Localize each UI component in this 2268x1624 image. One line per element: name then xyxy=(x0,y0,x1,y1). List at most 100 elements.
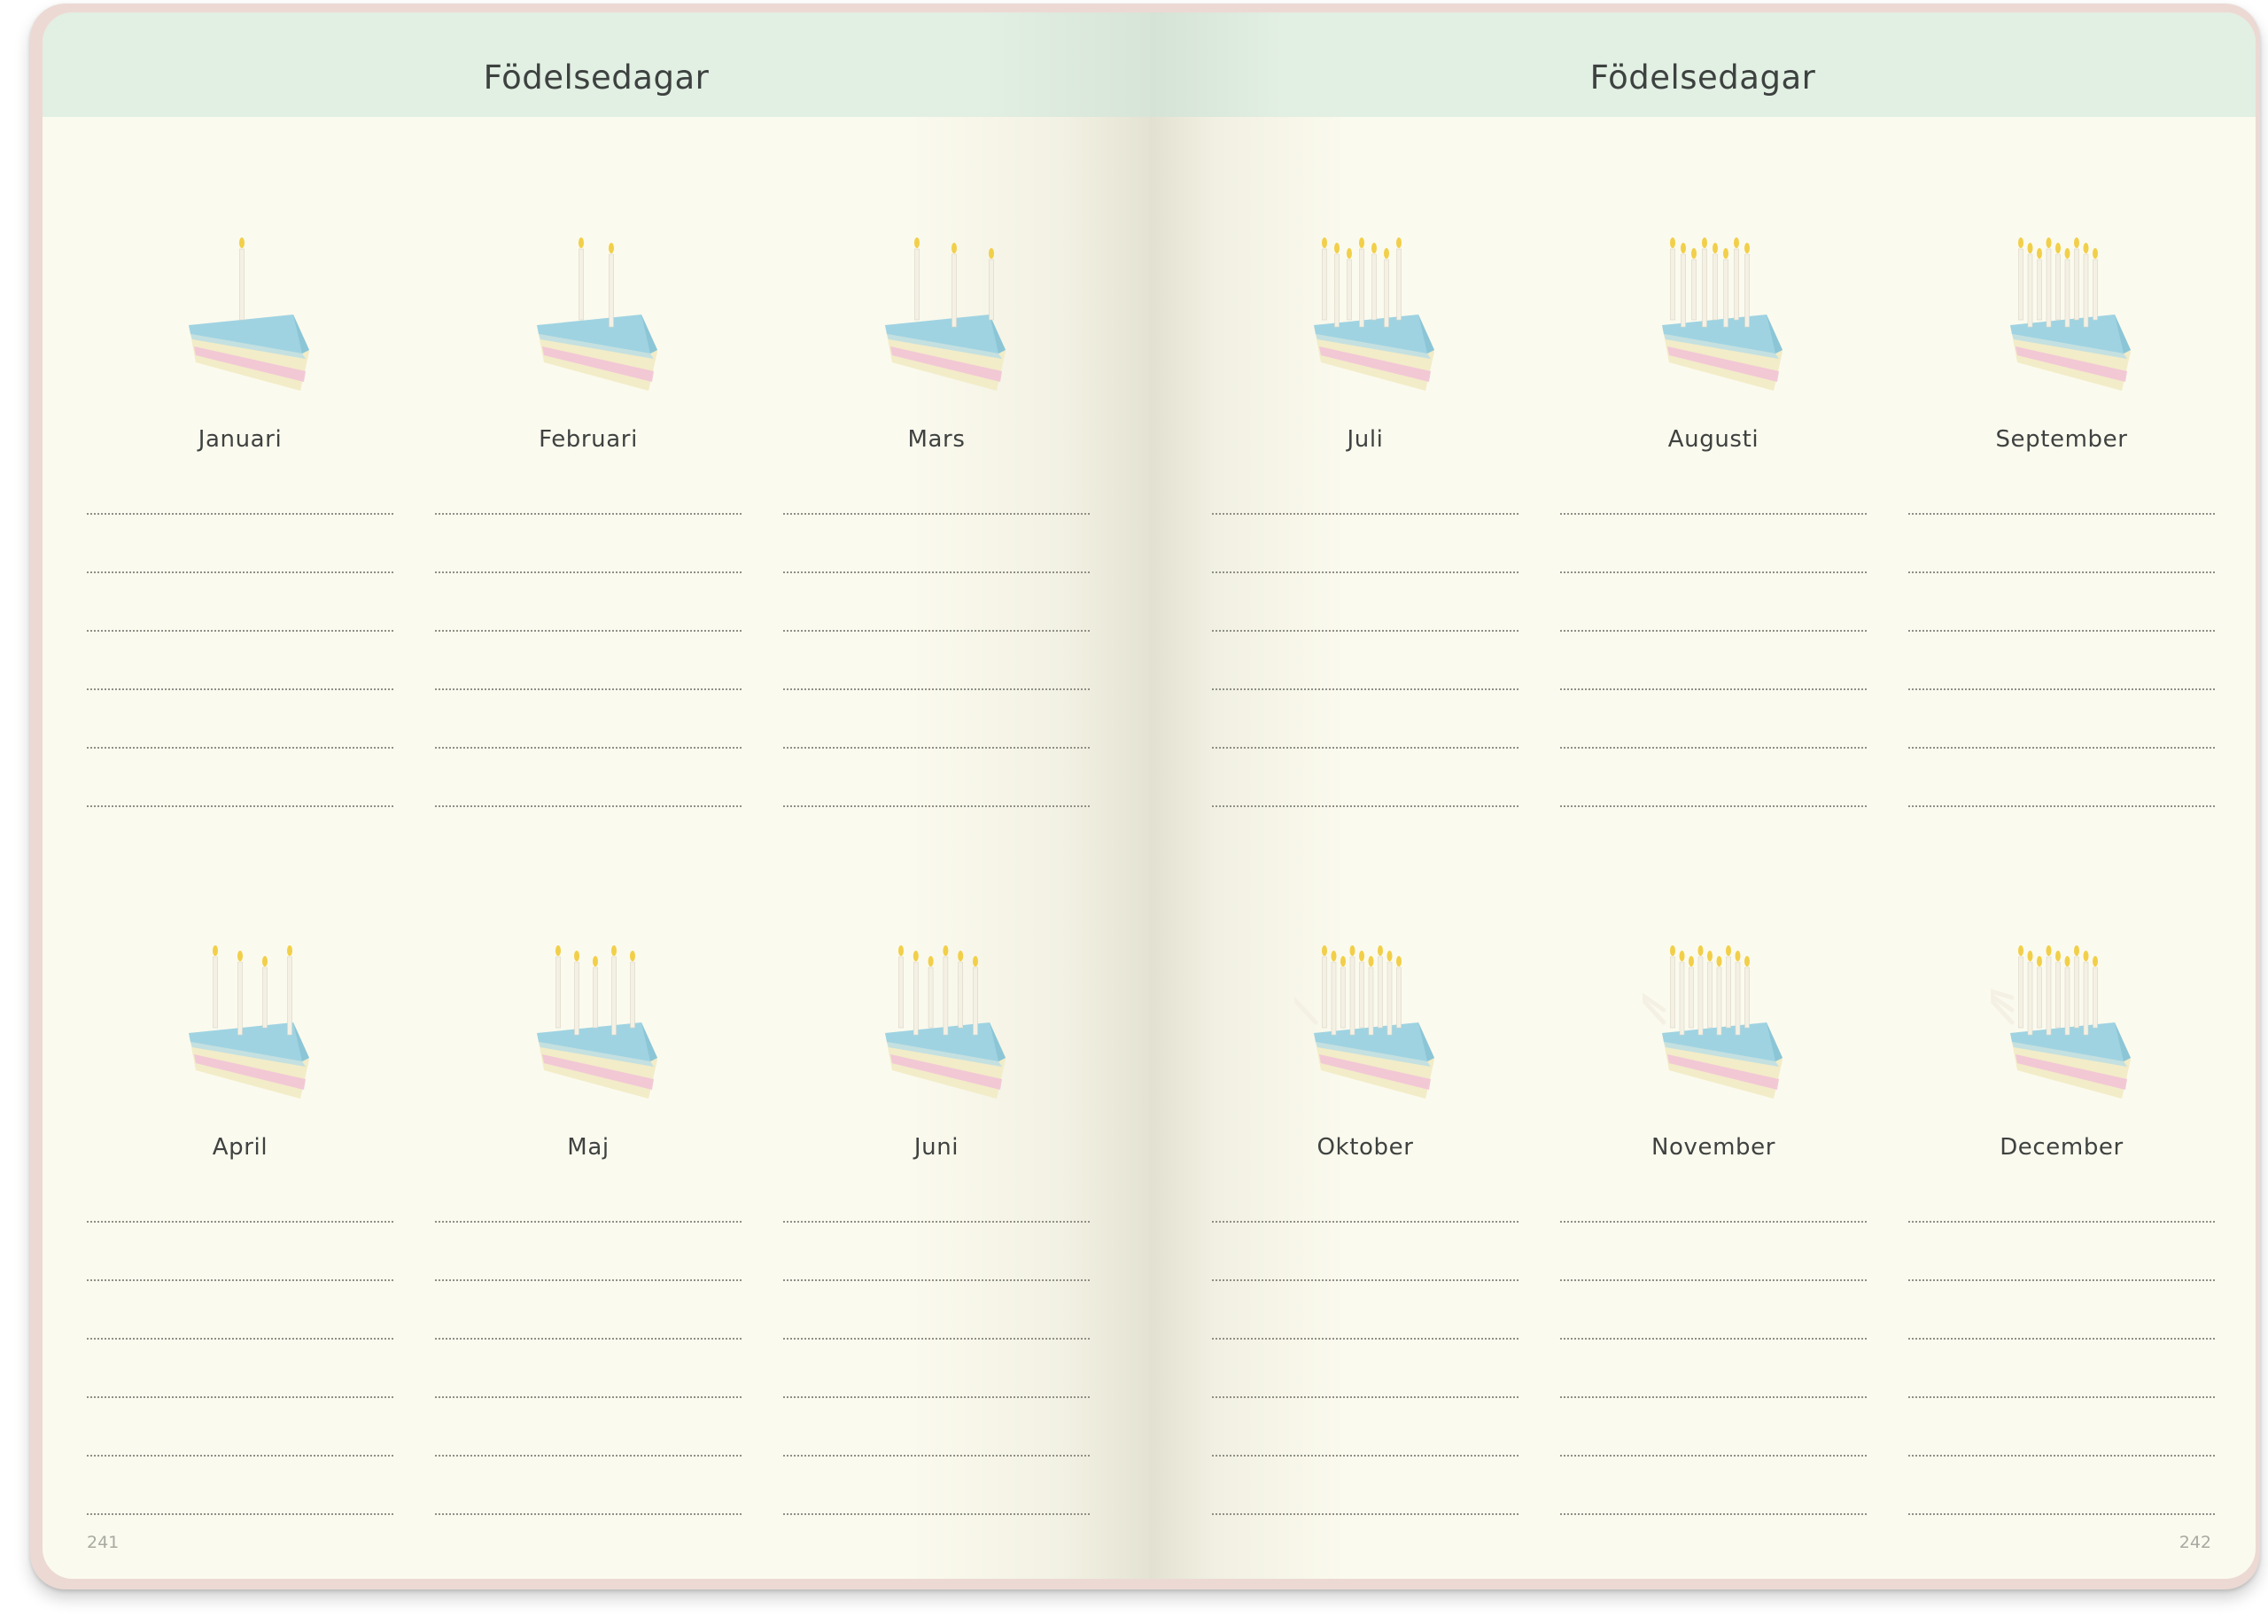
writing-line xyxy=(435,513,742,515)
writing-line xyxy=(1560,1279,1867,1281)
cake-slice-icon xyxy=(1643,229,1784,398)
writing-line xyxy=(1908,571,2215,573)
month-label: Februari xyxy=(539,426,638,453)
writing-line xyxy=(87,747,393,749)
writing-line xyxy=(783,513,1090,515)
writing-line xyxy=(783,747,1090,749)
writing-line xyxy=(1908,688,2215,690)
month-december: December xyxy=(1908,937,2215,1522)
writing-line xyxy=(1560,688,1867,690)
page-number: 242 xyxy=(2179,1533,2211,1552)
writing-line xyxy=(435,1221,742,1223)
writing-line xyxy=(1908,1338,2215,1340)
cake-slice-icon xyxy=(1294,937,1436,1106)
cake-slice-icon xyxy=(169,937,311,1106)
writing-line xyxy=(87,688,393,690)
writing-line xyxy=(87,571,393,573)
writing-line xyxy=(1560,513,1867,515)
writing-line xyxy=(1212,805,1518,807)
writing-line xyxy=(435,1455,742,1457)
writing-line xyxy=(87,1338,393,1340)
month-april: April xyxy=(87,937,393,1522)
cake-slice-icon xyxy=(517,937,659,1106)
writing-line xyxy=(1560,1513,1867,1515)
writing-line xyxy=(1212,1279,1518,1281)
month-label: Juli xyxy=(1347,426,1384,453)
month-oktober: Oktober xyxy=(1212,937,1518,1522)
writing-line xyxy=(1908,1279,2215,1281)
writing-line xyxy=(1908,1513,2215,1515)
page-header: Födelsedagar xyxy=(1150,12,2256,117)
writing-line xyxy=(783,688,1090,690)
cake-slice-icon xyxy=(169,229,311,398)
writing-line xyxy=(783,1279,1090,1281)
month-label: Maj xyxy=(567,1134,610,1161)
writing-line xyxy=(1560,1338,1867,1340)
writing-line xyxy=(435,630,742,632)
cake-slice-icon xyxy=(517,229,659,398)
month-juli: Juli xyxy=(1212,229,1518,814)
writing-line xyxy=(1560,1396,1867,1398)
page-title: Födelsedagar xyxy=(1589,58,1816,97)
writing-line xyxy=(87,1513,393,1515)
writing-line xyxy=(1908,747,2215,749)
writing-line xyxy=(1212,747,1518,749)
writing-line xyxy=(1212,571,1518,573)
writing-line xyxy=(87,1396,393,1398)
writing-line xyxy=(435,1279,742,1281)
writing-line xyxy=(435,1396,742,1398)
month-november: November xyxy=(1560,937,1867,1522)
month-label: November xyxy=(1651,1134,1776,1161)
writing-line xyxy=(87,630,393,632)
writing-line xyxy=(1908,805,2215,807)
month-januari: Januari xyxy=(87,229,393,814)
writing-line xyxy=(435,571,742,573)
writing-line xyxy=(87,805,393,807)
month-label: Juni xyxy=(913,1134,959,1161)
writing-line xyxy=(435,747,742,749)
writing-line xyxy=(783,571,1090,573)
month-label: September xyxy=(1995,426,2128,453)
writing-line xyxy=(783,1221,1090,1223)
page-right: Födelsedagar Juli Augusti September Okto… xyxy=(1150,12,2256,1579)
writing-line xyxy=(1212,1221,1518,1223)
writing-line xyxy=(783,805,1090,807)
month-label: Oktober xyxy=(1317,1134,1414,1161)
month-juni: Juni xyxy=(783,937,1090,1522)
page-title: Födelsedagar xyxy=(483,58,710,97)
month-mars: Mars xyxy=(783,229,1090,814)
writing-line xyxy=(87,1221,393,1223)
page-header: Födelsedagar xyxy=(43,12,1150,117)
page-left: Födelsedagar Januari Februari Mars April… xyxy=(43,12,1150,1579)
writing-line xyxy=(1560,1455,1867,1457)
writing-line xyxy=(783,1513,1090,1515)
month-maj: Maj xyxy=(435,937,742,1522)
writing-line xyxy=(1560,747,1867,749)
writing-line xyxy=(1560,805,1867,807)
writing-line xyxy=(1908,1221,2215,1223)
month-label: Mars xyxy=(907,426,966,453)
writing-line xyxy=(1212,630,1518,632)
month-label: December xyxy=(2000,1134,2124,1161)
writing-line xyxy=(783,1455,1090,1457)
writing-line xyxy=(1560,1221,1867,1223)
writing-line xyxy=(783,630,1090,632)
cake-slice-icon xyxy=(1643,937,1784,1106)
writing-line xyxy=(1212,1455,1518,1457)
cake-slice-icon xyxy=(866,937,1007,1106)
month-februari: Februari xyxy=(435,229,742,814)
writing-line xyxy=(435,688,742,690)
cake-slice-icon xyxy=(1991,229,2132,398)
month-september: September xyxy=(1908,229,2215,814)
writing-line xyxy=(87,1279,393,1281)
writing-line xyxy=(1908,1455,2215,1457)
writing-line xyxy=(1212,513,1518,515)
cake-slice-icon xyxy=(866,229,1007,398)
writing-line xyxy=(783,1338,1090,1340)
writing-line xyxy=(87,1455,393,1457)
cake-slice-icon xyxy=(1294,229,1436,398)
writing-line xyxy=(1212,1338,1518,1340)
month-label: April xyxy=(212,1134,268,1161)
writing-line xyxy=(1212,688,1518,690)
writing-line xyxy=(1560,571,1867,573)
